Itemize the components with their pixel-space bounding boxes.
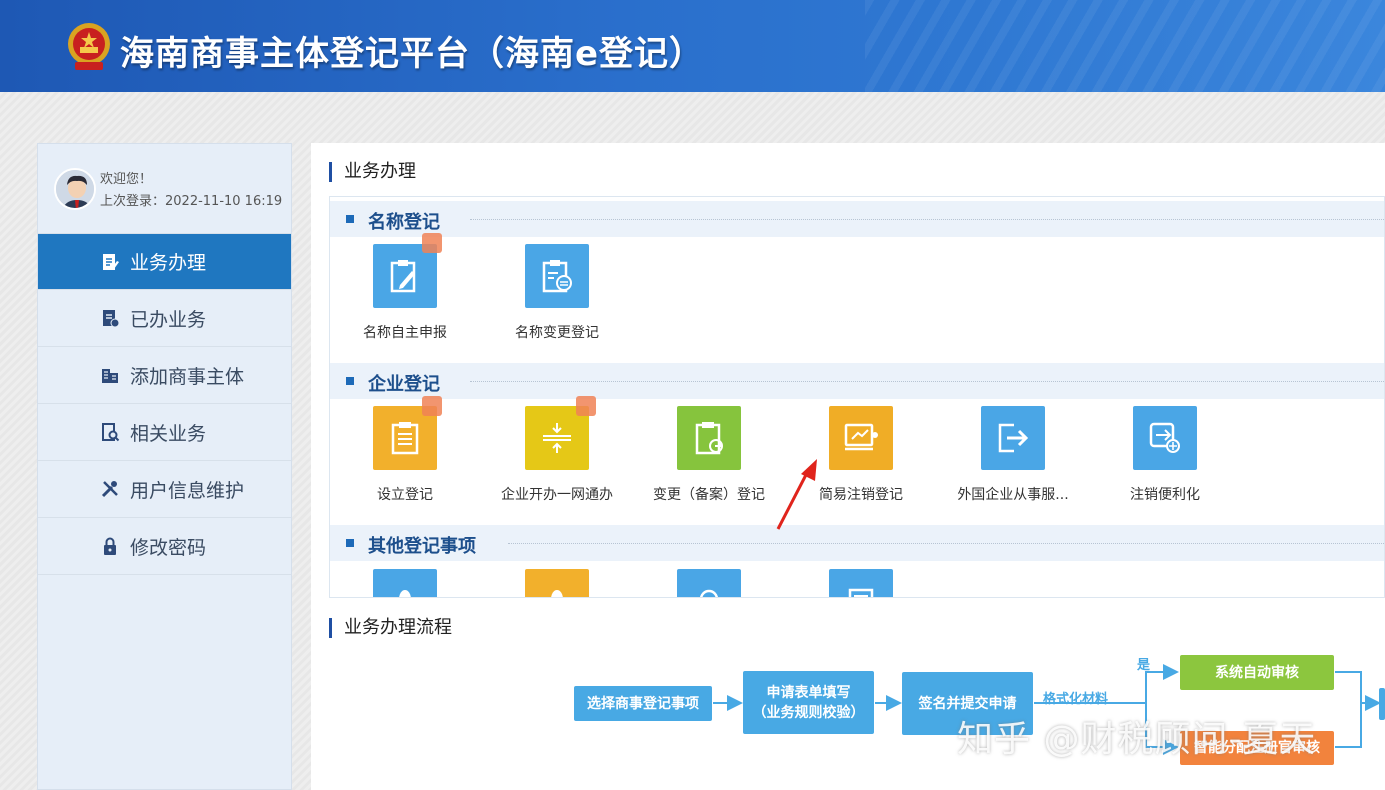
sidebar-item-completed[interactable]: 已办业务: [38, 290, 291, 347]
flow-step-auto-review: 系统自动审核: [1180, 655, 1334, 690]
tile-cancel-facilitation[interactable]: 注销便利化: [1090, 406, 1240, 504]
user-info: 欢迎您！ 上次登录：2022-11-10 16:19: [38, 144, 291, 234]
sidebar-item-label: 相关业务: [130, 422, 207, 445]
tile-name-self-declare[interactable]: 名称自主申报: [330, 244, 480, 342]
document-check-icon: [103, 310, 120, 328]
flow-step-fill-form-line1: 申请表单填写: [766, 684, 851, 701]
national-emblem-icon: [68, 23, 110, 70]
oval-icon: [373, 569, 437, 597]
notification-badge: [576, 396, 596, 416]
sidebar-item-label: 用户信息维护: [130, 479, 245, 502]
tile-change-filing[interactable]: 变更（备案）登记: [634, 406, 784, 504]
category-label: 企业登记: [368, 374, 440, 395]
category-marker: [346, 215, 354, 223]
category-label: 名称登记: [368, 212, 440, 233]
tools-icon: [101, 481, 118, 498]
sidebar-item-password[interactable]: 修改密码: [38, 518, 291, 575]
tile-label: 名称变更登记: [515, 325, 599, 341]
flow-label-yes: 是: [1137, 658, 1151, 673]
flow-label-format: 格式化材料: [1043, 692, 1109, 707]
header-decoration: [865, 0, 1385, 92]
tile-other-1[interactable]: [330, 569, 480, 597]
notification-badge: [422, 396, 442, 416]
category-divider: [508, 543, 1384, 544]
tile-one-stop[interactable]: 企业开办一网通办: [482, 406, 632, 504]
category-enterprise-registration: 企业登记: [330, 363, 1384, 399]
sidebar-item-user-info[interactable]: 用户信息维护: [38, 461, 291, 518]
category-other-registration: 其他登记事项: [330, 525, 1384, 561]
document-search-icon: [102, 423, 120, 442]
tile-label: 注销便利化: [1130, 487, 1200, 503]
tile-other-3[interactable]: [634, 569, 784, 597]
sidebar: 欢迎您！ 上次登录：2022-11-10 16:19 业务办理 已办业务 添加商…: [37, 143, 292, 790]
last-login-text: 上次登录：2022-11-10 16:19: [100, 194, 283, 209]
sidebar-item-related[interactable]: 相关业务: [38, 404, 291, 461]
flow-step-fill-form-line2: （业务规则校验）: [752, 704, 865, 721]
oval-icon: [525, 569, 589, 597]
notification-badge: [422, 233, 442, 253]
document-pen-icon: [103, 253, 119, 270]
clipboard-pen-icon: [373, 244, 437, 308]
tile-other-4[interactable]: [786, 569, 936, 597]
document-icon: [829, 569, 893, 597]
category-marker: [346, 539, 354, 547]
clipboard-swap-icon: [525, 244, 589, 308]
sidebar-item-add-entity[interactable]: 添加商事主体: [38, 347, 291, 404]
category-name-registration: 名称登记: [330, 201, 1384, 237]
main-panel: 业务办理 名称登记 名称自主申报 名称变更登记 企业登记 设立登记 企业开办一网…: [311, 143, 1385, 790]
lock-icon: [104, 537, 116, 555]
tile-label: 企业开办一网通办: [501, 487, 613, 503]
category-marker: [346, 377, 354, 385]
tile-foreign-enterprise[interactable]: 外国企业从事服...: [938, 406, 1088, 504]
clipboard-refresh-icon: [677, 406, 741, 470]
monitor-exit-icon: [829, 406, 893, 470]
annotation-arrow-icon: [776, 459, 817, 530]
sidebar-item-label: 添加商事主体: [130, 365, 245, 388]
tile-name-change[interactable]: 名称变更登记: [482, 244, 632, 342]
welcome-text: 欢迎您！: [100, 172, 153, 187]
sidebar-item-business[interactable]: 业务办理: [38, 234, 291, 290]
tile-label: 设立登记: [377, 487, 433, 503]
category-label: 其他登记事项: [368, 536, 476, 557]
section-title-business: 业务办理: [329, 162, 416, 182]
flow-step-fill-form: 申请表单填写 （业务规则校验）: [743, 671, 874, 734]
tile-other-2[interactable]: [482, 569, 632, 597]
tile-label: 外国企业从事服...: [957, 487, 1069, 503]
category-divider: [470, 219, 1384, 220]
search-icon: [677, 569, 741, 597]
app-header: 海南商事主体登记平台（海南e登记）: [0, 0, 1385, 92]
building-icon: [102, 369, 118, 383]
category-divider: [470, 381, 1384, 382]
exit-arrow-icon: [981, 406, 1045, 470]
flow-step-next: [1379, 688, 1385, 720]
business-box: 名称登记 名称自主申报 名称变更登记 企业登记 设立登记 企业开办一网通办 变更…: [329, 196, 1385, 598]
tile-label: 变更（备案）登记: [653, 487, 765, 503]
tile-establish[interactable]: 设立登记: [330, 406, 480, 504]
flow-step-select: 选择商事登记事项: [574, 686, 712, 721]
logout-plus-icon: [1133, 406, 1197, 470]
sidebar-item-label: 已办业务: [130, 308, 207, 331]
sidebar-item-label: 修改密码: [130, 536, 207, 559]
tile-label: 名称自主申报: [363, 325, 447, 341]
sidebar-item-label: 业务办理: [130, 252, 207, 274]
platform-title: 海南商事主体登记平台（海南e登记）: [120, 34, 705, 74]
section-title-flow: 业务办理流程: [329, 618, 452, 638]
watermark: 知乎 @财税顾问-夏天: [957, 719, 1317, 760]
avatar: [54, 168, 96, 210]
